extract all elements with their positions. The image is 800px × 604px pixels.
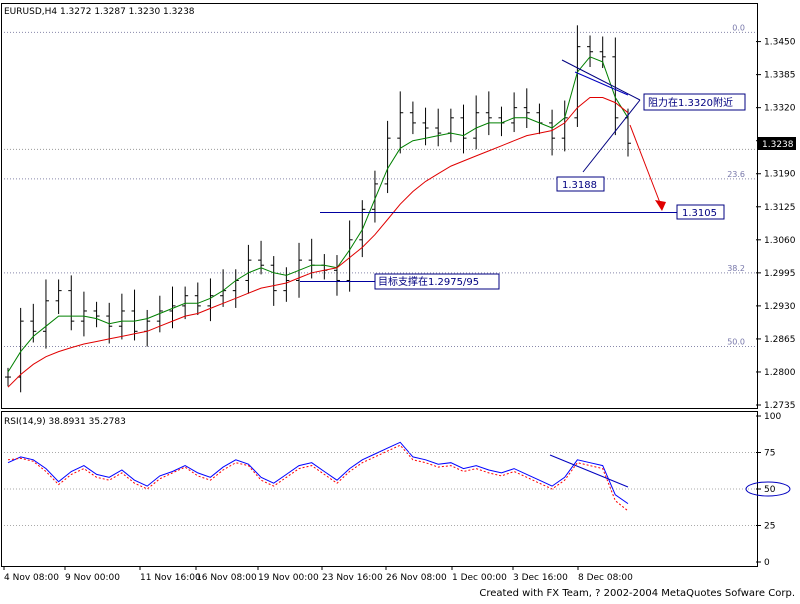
price-tick-label: 1.3125 (764, 203, 796, 213)
time-tick-label: 11 Nov 16:00 (140, 573, 201, 583)
price-tick-label: 1.3190 (764, 170, 796, 180)
price-tick-label: 1.2800 (764, 368, 796, 378)
price-tick-label: 1.3060 (764, 236, 796, 246)
rsi-tick-label: 50 (764, 485, 776, 495)
svg-text:1.3188: 1.3188 (562, 180, 597, 191)
price-header: EURUSD,H4 1.3272 1.3287 1.3230 1.3238 (4, 7, 195, 17)
rsi-tick-label: 100 (764, 412, 781, 422)
time-tick-label: 8 Dec 08:00 (578, 573, 633, 583)
time-tick-label: 1 Dec 00:00 (452, 573, 507, 583)
time-tick-label: 3 Dec 16:00 (513, 573, 568, 583)
time-tick-label: 9 Nov 00:00 (65, 573, 120, 583)
rsi-tick-label: 0 (764, 558, 770, 568)
chart-canvas: EURUSD,H4 1.3272 1.3287 1.3230 1.3238 RS… (0, 0, 800, 600)
price-panel (1, 3, 758, 409)
svg-text:1.3105: 1.3105 (682, 208, 717, 219)
rsi-tick-label: 25 (764, 522, 775, 532)
time-tick-label: 16 Nov 08:00 (196, 573, 257, 583)
annotation-low: 1.3188 (556, 176, 605, 192)
svg-text:目标支撑在1.2975/95: 目标支撑在1.2975/95 (378, 275, 479, 288)
svg-text:阻力在1.3320附近: 阻力在1.3320附近 (648, 96, 733, 109)
fib-level-label: 50.0 (727, 338, 745, 347)
chart-window: EURUSD,H4 1.3272 1.3287 1.3230 1.3238 RS… (0, 0, 800, 600)
price-tick-label: 1.3450 (764, 38, 796, 48)
fib-level-label: 0.0 (732, 23, 745, 32)
price-tick-label: 1.3320 (764, 104, 796, 114)
annotation-resistance: 阻力在1.3320附近 (643, 93, 746, 111)
time-tick-label: 4 Nov 08:00 (4, 573, 59, 583)
rsi-tick-label: 75 (764, 449, 775, 459)
time-tick-label: 19 Nov 00:00 (258, 573, 319, 583)
price-tick-label: 1.2995 (764, 269, 796, 279)
fib-level-label: 23.6 (727, 170, 745, 179)
price-tick-label: 1.2865 (764, 335, 796, 345)
annotation-target: 1.3105 (676, 204, 725, 220)
fib-level-label: 38.2 (727, 264, 745, 273)
price-tick-label: 1.2930 (764, 302, 796, 312)
price-tick-label: 1.3385 (764, 71, 796, 81)
time-tick-label: 23 Nov 16:00 (322, 573, 383, 583)
price-tick-label: 1.2735 (764, 401, 796, 411)
current-price-marker: 1.3238 (758, 137, 796, 150)
footer-credit: Created with FX Team, ? 2002-2004 MetaQu… (479, 588, 795, 599)
annotation-support: 目标支撑在1.2975/95 (374, 273, 500, 290)
rsi-header: RSI(14,9) 38.8931 35.2783 (4, 417, 126, 427)
time-tick-label: 26 Nov 08:00 (386, 573, 447, 583)
svg-text:1.3238: 1.3238 (762, 140, 794, 150)
